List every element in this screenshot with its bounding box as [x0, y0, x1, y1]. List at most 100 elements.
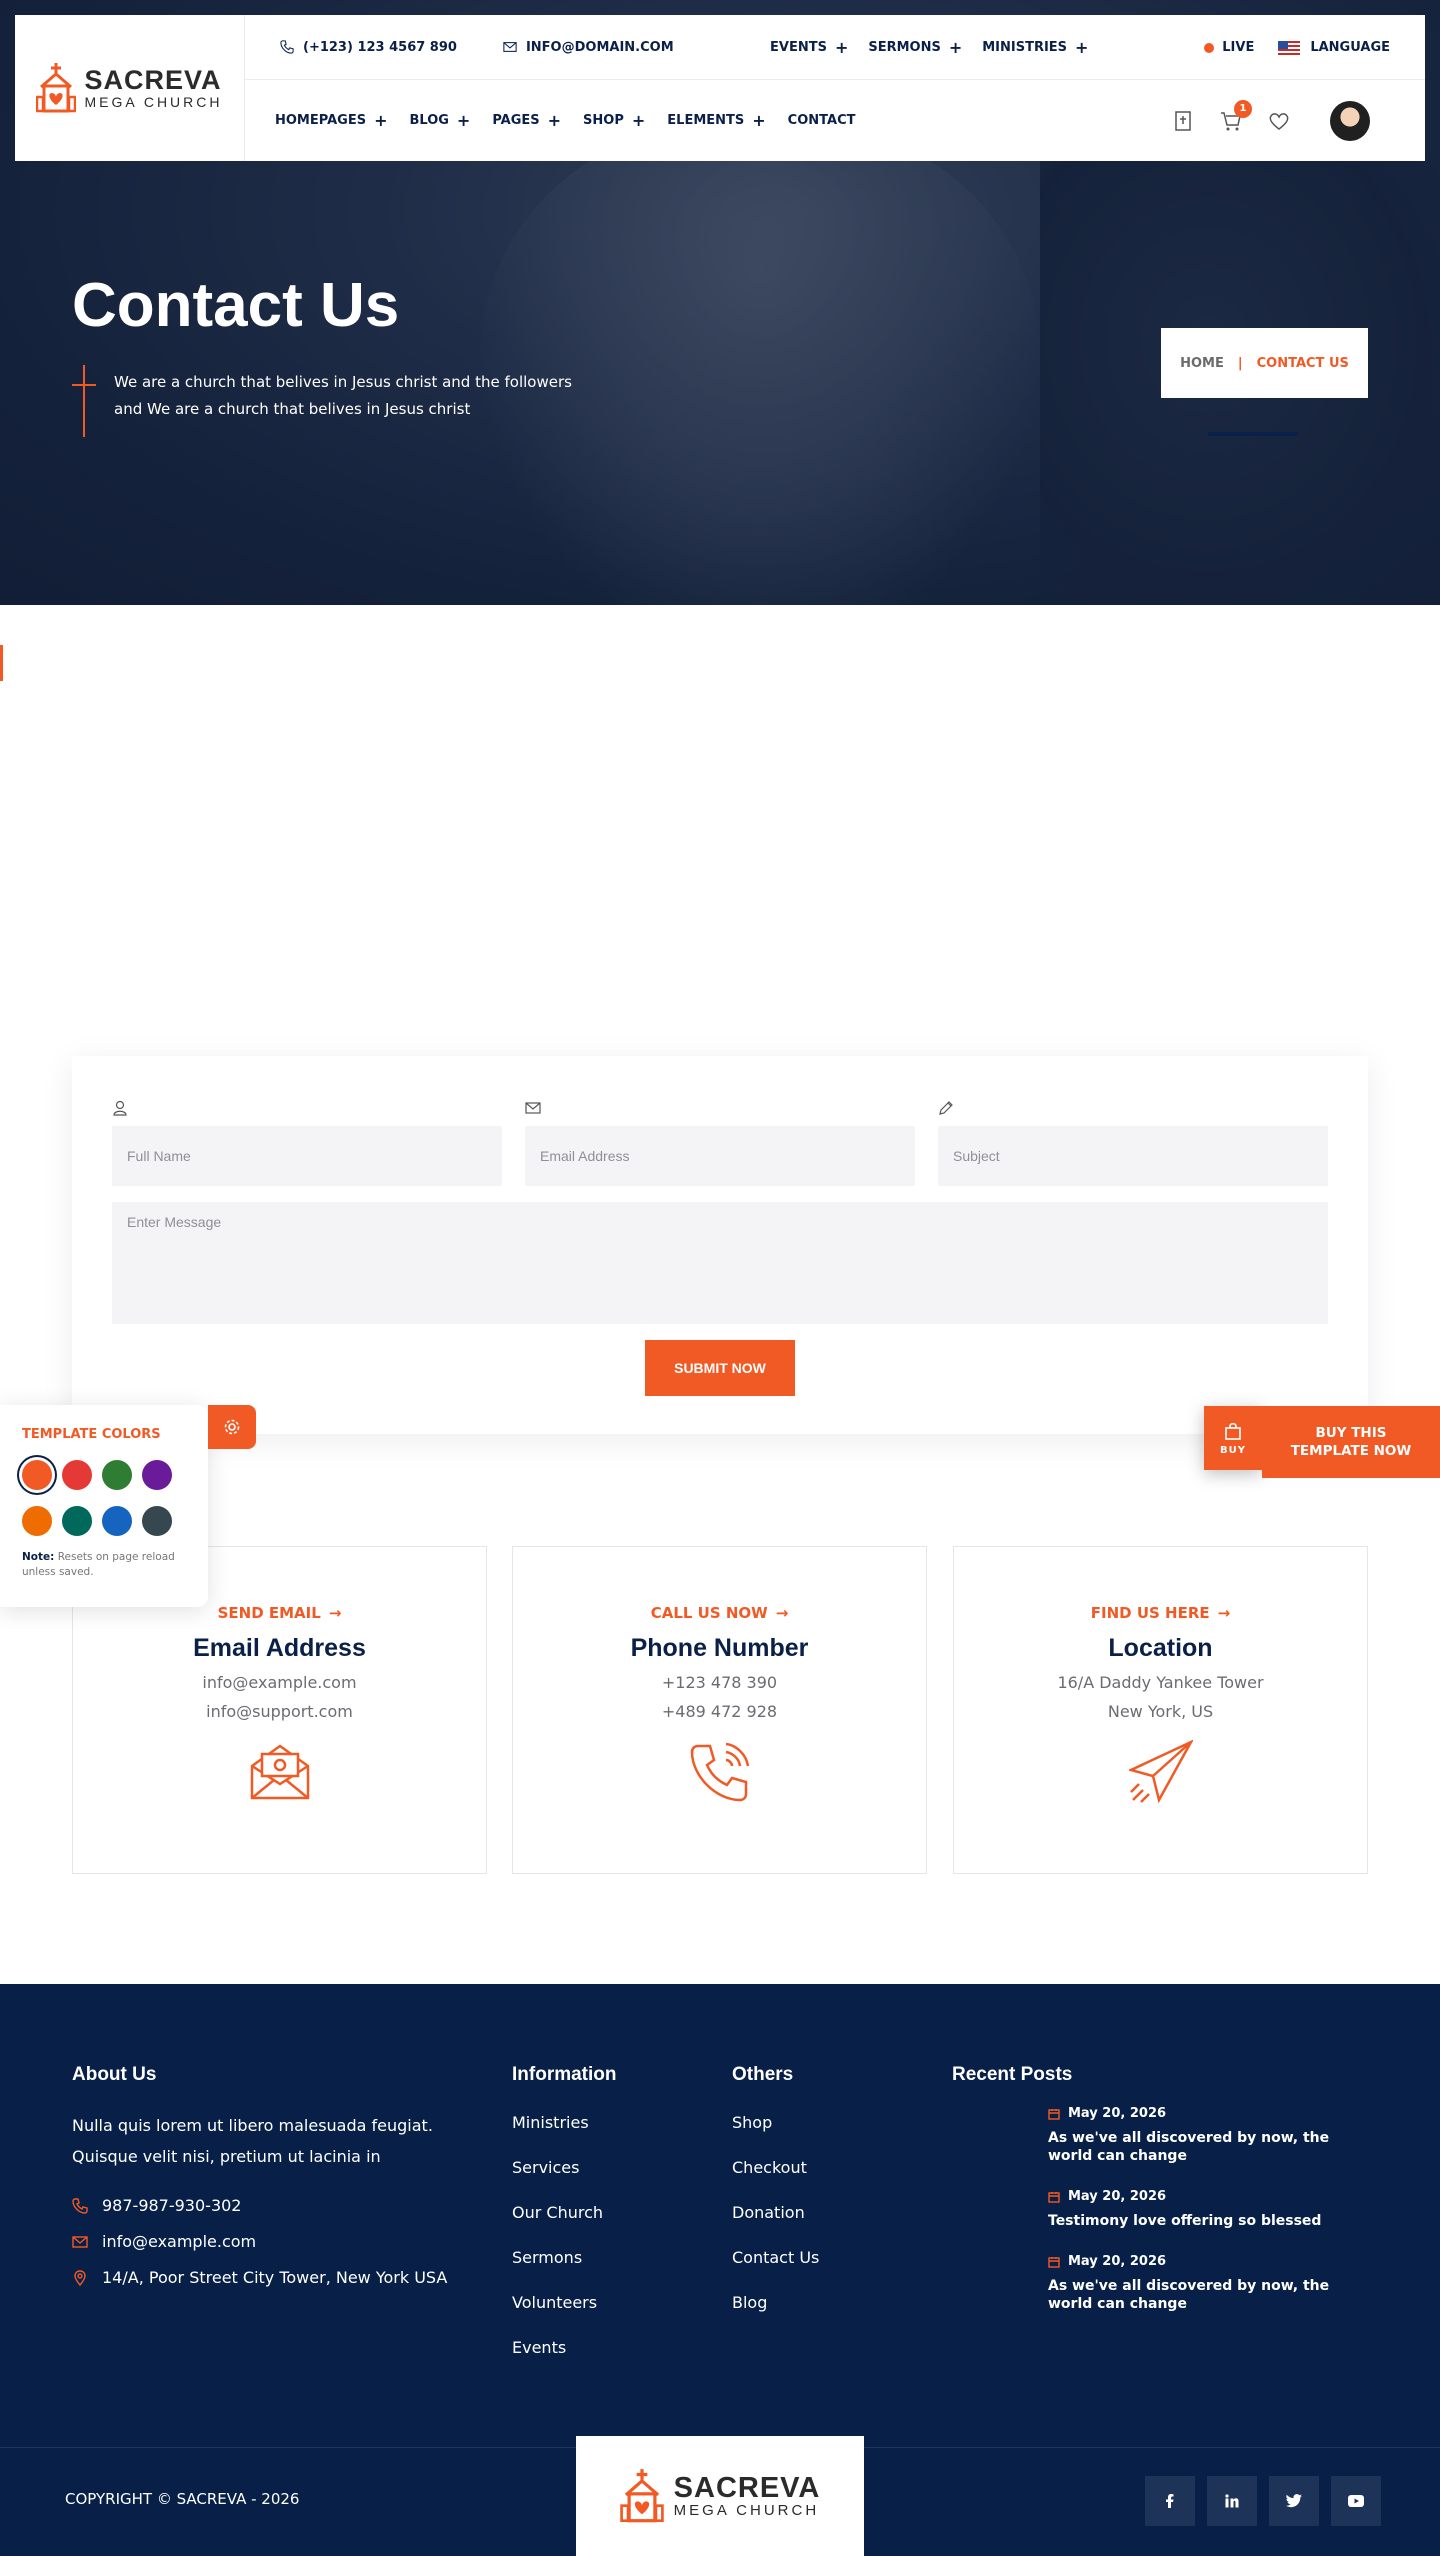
recent-post-item[interactable]: May 20, 2026 As we've all discovered by … [1048, 2254, 1368, 2313]
bible-icon[interactable] [1172, 110, 1194, 132]
language-selector[interactable]: LANGUAGE [1264, 40, 1390, 55]
breadcrumb-current: CONTACT US [1256, 355, 1349, 371]
card-title: Email Address [193, 1634, 366, 1662]
card-line: 16/A Daddy Yankee Tower [1057, 1673, 1264, 1692]
site-header: SACREVA MEGA CHURCH (+123) 123 4567 890 … [15, 15, 1425, 161]
footer-email[interactable]: info@example.com [72, 2232, 472, 2251]
nav-item-contact[interactable]: CONTACT [788, 113, 856, 128]
color-swatch-red[interactable] [62, 1460, 92, 1490]
plus-icon: + [631, 110, 646, 130]
card-line: +489 472 928 [661, 1702, 778, 1721]
topbar-phone-text: (+123) 123 4567 890 [303, 39, 457, 55]
color-swatch-orange[interactable] [22, 1460, 52, 1490]
nav-item-blog[interactable]: BLOG + [409, 112, 470, 128]
nav-item-label: PAGES [492, 113, 540, 128]
nav-item-pages[interactable]: PAGES + [492, 110, 562, 130]
user-avatar[interactable] [1330, 100, 1370, 141]
pencil-icon [939, 1101, 953, 1115]
live-dot-icon [1204, 42, 1215, 53]
subject-input[interactable] [938, 1126, 1328, 1186]
footer-phone[interactable]: 987-987-930-302 [72, 2196, 472, 2215]
nav-item-shop[interactable]: SHOP + [583, 110, 646, 130]
email-input[interactable] [525, 1126, 915, 1186]
side-edge-tab[interactable] [0, 645, 3, 681]
topbar-phone[interactable]: (+123) 123 4567 890 [280, 40, 457, 55]
footer-others-title: Others [732, 2064, 794, 2085]
hero-content: Contact Us We are a church that belives … [72, 270, 584, 437]
youtube-icon[interactable] [1331, 2476, 1381, 2526]
card-label: CALL US NOW [650, 1604, 768, 1622]
plus-icon: + [547, 110, 562, 130]
settings-toggle-button[interactable] [208, 1405, 256, 1449]
facebook-icon[interactable] [1145, 2476, 1195, 2526]
envelope-icon [525, 1102, 541, 1114]
color-swatch-teal[interactable] [62, 1506, 92, 1536]
color-swatch-green[interactable] [102, 1460, 132, 1490]
footer-about: About Us Nulla quis lorem ut libero male… [72, 2064, 472, 2287]
send-email-link[interactable]: SEND EMAIL → [218, 1604, 342, 1622]
footer-link[interactable]: Ministries [512, 2100, 617, 2145]
live-link[interactable]: LIVE [1204, 40, 1254, 55]
nav-item-label: HOMEPAGES [275, 113, 367, 128]
arrow-right-icon: → [328, 1604, 342, 1622]
card-label: SEND EMAIL [217, 1604, 321, 1622]
message-textarea[interactable] [112, 1202, 1328, 1324]
footer-others: Others Shop Checkout Donation Contact Us… [732, 2064, 819, 2325]
footer-others-links: Shop Checkout Donation Contact Us Blog [732, 2100, 819, 2325]
phone-icon [280, 40, 294, 54]
recent-post-date-text: May 20, 2026 [1068, 2106, 1167, 2121]
cart-icon[interactable]: 1 [1220, 99, 1252, 132]
twitter-icon[interactable] [1269, 2476, 1319, 2526]
submit-button[interactable]: SUBMIT NOW [645, 1340, 795, 1396]
breadcrumb-underline [1208, 432, 1298, 436]
footer-link[interactable]: Events [512, 2325, 617, 2370]
footer-link[interactable]: Blog [732, 2280, 819, 2325]
breadcrumb-home[interactable]: HOME [1180, 356, 1224, 371]
paper-plane-icon [1128, 1740, 1193, 1804]
info-card-location: FIND US HERE → Location 16/A Daddy Yankee… [953, 1546, 1368, 1874]
recent-post-date-text: May 20, 2026 [1068, 2254, 1167, 2269]
recent-post-date: May 20, 2026 [1048, 2106, 1368, 2121]
footer-link[interactable]: Services [512, 2145, 617, 2190]
copyright-text: COPYRIGHT © SACREVA - 2026 [65, 2490, 300, 2508]
footer-information-title: Information [512, 2064, 617, 2085]
full-name-input[interactable] [112, 1126, 502, 1186]
gear-icon [224, 1419, 240, 1435]
buy-template-button[interactable]: BUY THIS TEMPLATE NOW [1262, 1406, 1440, 1478]
color-swatch-blue[interactable] [102, 1506, 132, 1536]
topbar-email[interactable]: INFO@DOMAIN.COM [503, 40, 674, 55]
footer-logo[interactable]: SACREVA MEGA CHURCH [576, 2436, 864, 2556]
footer-phone-text: 987-987-930-302 [102, 2196, 242, 2215]
social-links [1145, 2476, 1381, 2526]
nav-item-elements[interactable]: ELEMENTS + [667, 112, 765, 128]
nav-item-homepages[interactable]: HOMEPAGES + [275, 112, 387, 128]
logo-tagline: MEGA CHURCH [84, 94, 223, 110]
color-swatch-slate[interactable] [142, 1506, 172, 1536]
topbar-menu-events[interactable]: EVENTS + [770, 39, 848, 55]
hero-description-wrap: We are a church that belives in Jesus ch… [72, 365, 584, 437]
topbar-menu-sermons[interactable]: SERMONS + [868, 39, 962, 55]
buy-icon-button[interactable]: BUY [1204, 1406, 1262, 1470]
card-line: info@support.com [206, 1702, 353, 1721]
footer-link[interactable]: Our Church [512, 2190, 617, 2235]
heart-icon[interactable] [1268, 110, 1290, 132]
footer-link[interactable]: Sermons [512, 2235, 617, 2280]
footer-link[interactable]: Checkout [732, 2145, 819, 2190]
site-logo[interactable]: SACREVA MEGA CHURCH [15, 15, 245, 161]
footer-address: 14/A, Poor Street City Tower, New York U… [72, 2268, 472, 2287]
call-us-link[interactable]: CALL US NOW → [651, 1604, 789, 1622]
plus-icon: + [1075, 37, 1089, 57]
color-swatch-dark-orange[interactable] [22, 1506, 52, 1536]
color-swatch-purple[interactable] [142, 1460, 172, 1490]
footer-link[interactable]: Contact Us [732, 2235, 819, 2280]
footer-link[interactable]: Donation [732, 2190, 819, 2235]
find-us-link[interactable]: FIND US HERE → [1091, 1604, 1230, 1622]
topbar-menu-ministries[interactable]: MINISTRIES + [982, 37, 1089, 57]
recent-post-item[interactable]: May 20, 2026 As we've all discovered by … [1048, 2106, 1368, 2165]
user-icon [113, 1100, 127, 1116]
linkedin-icon[interactable] [1207, 2476, 1257, 2526]
footer-link[interactable]: Volunteers [512, 2280, 617, 2325]
footer-link[interactable]: Shop [732, 2100, 819, 2145]
recent-post-item[interactable]: May 20, 2026 Testimony love offering so … [1048, 2189, 1368, 2230]
logo-name: SACREVA [673, 2471, 821, 2504]
